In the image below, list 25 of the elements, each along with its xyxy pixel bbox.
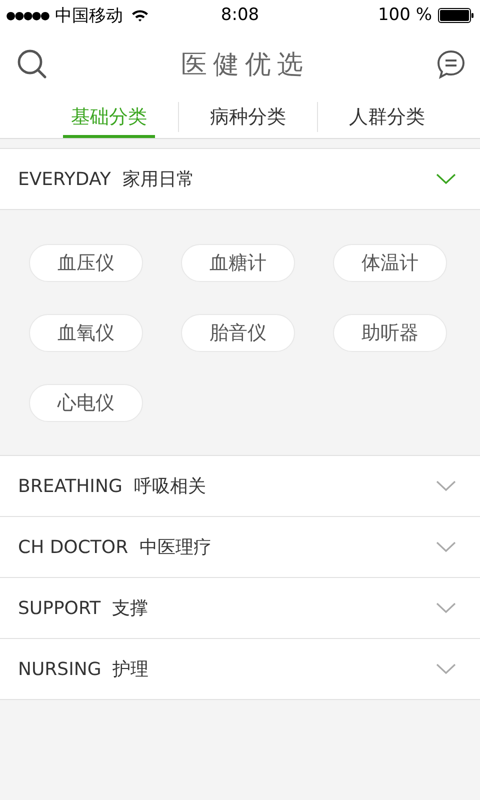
- category-header[interactable]: NURSING 护理: [0, 638, 480, 700]
- device-chip[interactable]: 心电仪: [29, 384, 143, 422]
- category-tab[interactable]: 病种分类: [202, 98, 294, 138]
- category-header[interactable]: EVERYDAY 家用日常: [0, 148, 480, 210]
- search-button[interactable]: [16, 48, 48, 80]
- device-chip[interactable]: 助听器: [333, 314, 447, 352]
- device-chip[interactable]: 血压仪: [29, 244, 143, 282]
- device-chip[interactable]: 血糖计: [181, 244, 295, 282]
- category-tab[interactable]: 人群分类: [341, 98, 433, 138]
- chat-bubble-icon: [436, 49, 466, 79]
- category-header[interactable]: BREATHING 呼吸相关: [0, 455, 480, 517]
- message-button[interactable]: [436, 49, 466, 79]
- carrier-name: 中国移动: [55, 4, 123, 26]
- battery-icon: [438, 8, 474, 22]
- category-header[interactable]: SUPPORT 支撑: [0, 577, 480, 639]
- device-chip[interactable]: 血氧仪: [29, 314, 143, 352]
- signal-dots: ●●●●●: [6, 8, 49, 22]
- category-header[interactable]: CH DOCTOR 中医理疗: [0, 516, 480, 578]
- app-title: 医健优选: [180, 48, 309, 82]
- device-chip[interactable]: 胎音仪: [181, 314, 295, 352]
- device-chip[interactable]: 体温计: [333, 244, 447, 282]
- search-icon: [16, 48, 48, 80]
- wifi-icon: [131, 8, 149, 22]
- battery-percent: 100 %: [378, 5, 432, 25]
- clock-time: 8:08: [220, 5, 260, 25]
